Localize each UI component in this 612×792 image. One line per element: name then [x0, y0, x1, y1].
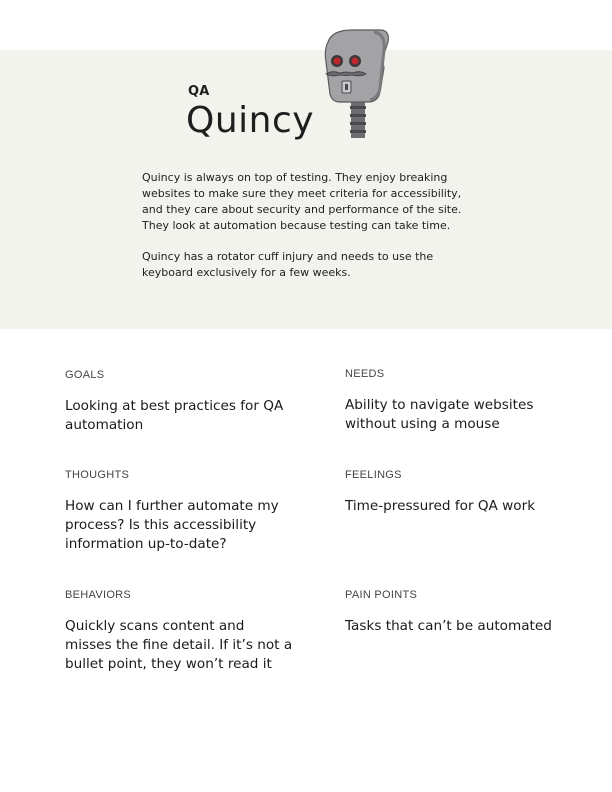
- feelings-label: FEELINGS: [345, 469, 402, 481]
- pain-points-text: Tasks that can’t be automated: [345, 618, 552, 634]
- needs-text: Ability to navigate websites without usi…: [345, 397, 534, 432]
- persona-bio: Quincy is always on top of testing. They…: [142, 170, 462, 296]
- persona-role: QA: [188, 84, 210, 99]
- behaviors-label: BEHAVIORS: [65, 589, 132, 601]
- needs-label: NEEDS: [345, 368, 385, 380]
- robot-avatar-icon: [324, 29, 389, 138]
- bio-paragraph: Quincy is always on top of testing. They…: [142, 171, 462, 232]
- behaviors-section: BEHAVIORS Quickly scans content and miss…: [65, 589, 295, 674]
- behaviors-text: Quickly scans content and misses the fin…: [65, 618, 293, 672]
- goals-label: GOALS: [65, 369, 105, 381]
- feelings-text: Time-pressured for QA work: [345, 498, 536, 514]
- persona-name: Quincy: [186, 100, 315, 141]
- thoughts-section: THOUGHTS How can I further automate my p…: [65, 469, 295, 554]
- pain-points-label: PAIN POINTS: [345, 589, 418, 601]
- goals-text: Looking at best practices for QA automat…: [65, 398, 284, 433]
- thoughts-label: THOUGHTS: [65, 469, 130, 481]
- bio-paragraph: Quincy has a rotator cuff injury and nee…: [142, 250, 434, 279]
- feelings-section: FEELINGS Time-pressured for QA work: [345, 469, 575, 516]
- goals-section: GOALS Looking at best practices for QA a…: [65, 369, 295, 435]
- pain-points-section: PAIN POINTS Tasks that can’t be automate…: [345, 589, 575, 636]
- thoughts-text: How can I further automate my process? I…: [65, 498, 279, 552]
- needs-section: NEEDS Ability to navigate websites witho…: [345, 368, 575, 434]
